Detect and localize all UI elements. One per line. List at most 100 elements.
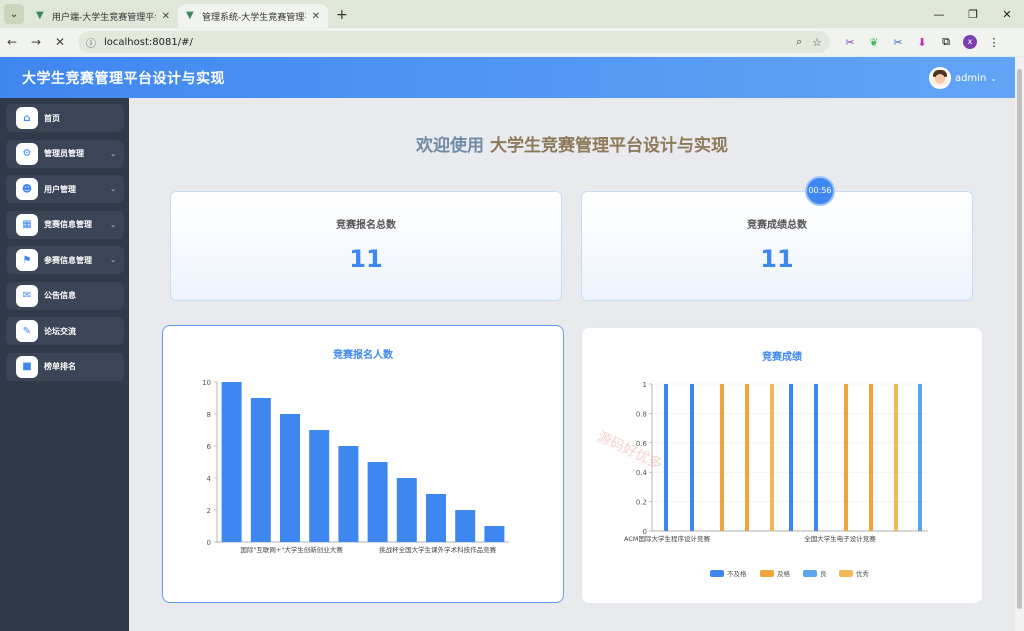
stat-value: 11 — [349, 245, 383, 273]
bar — [455, 510, 476, 542]
more-menu-icon[interactable]: ⋮ — [982, 36, 1006, 49]
chevron-down-icon[interactable]: ⌄ — [110, 256, 116, 264]
scrollbar-thumb[interactable] — [1017, 69, 1022, 609]
close-icon[interactable]: ✕ — [162, 11, 170, 22]
registration-bar-chart: 0 2 4 6 8 10 国际"互联网+"大学生创新创业大赛 挑战杯全国大学生课外学术科技作品… — [202, 379, 509, 554]
sidebar-item-0[interactable]: ⌂ 首页 — [6, 104, 124, 132]
bar — [869, 384, 873, 531]
extension-download-icon[interactable]: ⬇ — [910, 36, 934, 49]
site-info-icon[interactable]: ⓘ — [86, 35, 96, 50]
sidebar-item-label: 竞赛信息管理 — [44, 220, 92, 229]
y-tick-label: 6 — [207, 443, 212, 451]
bar — [280, 414, 300, 542]
y-tick-label: 10 — [202, 379, 211, 387]
bar — [844, 384, 848, 531]
profile-avatar[interactable]: x — [963, 35, 977, 49]
x-tick-label: 挑战杯全国大学生课外学术科技作品竞赛 — [379, 545, 497, 554]
welcome-title: 大学生竞赛管理平台设计与实现 — [489, 136, 728, 156]
extension-scissors-icon[interactable]: ✂ — [838, 36, 862, 49]
legend-swatch — [710, 570, 724, 577]
tab-title: 用户端-大学生竞赛管理平台设计 — [52, 12, 156, 23]
grid-icon: ▦ — [16, 213, 38, 236]
browser-toolbar: ← → ✕ ⓘ localhost:8081/#/ ⌕ ☆ ✂ ❦ ✂ ⬇ ⧉ … — [0, 28, 1024, 56]
sidebar-item-6[interactable]: ✎ 论坛交流 — [6, 317, 124, 345]
welcome-heading: 欢迎使用 大学生竞赛管理平台设计与实现 — [129, 131, 1015, 156]
x-tick-label: 全国大学生电子设计竞赛 — [804, 534, 876, 543]
y-tick-label: 1 — [643, 381, 647, 389]
address-bar[interactable]: ⓘ localhost:8081/#/ ⌕ ☆ — [78, 31, 830, 53]
sidebar-item-4[interactable]: ⚑ 参赛信息管理 ⌄ — [6, 246, 124, 274]
sidebar-item-label: 论坛交流 — [44, 326, 76, 336]
chevron-down-icon[interactable]: ⌄ — [110, 185, 116, 193]
avatar[interactable] — [928, 67, 951, 89]
close-window-icon[interactable]: ✕ — [990, 8, 1024, 21]
admin-icon: ⚙ — [16, 142, 38, 165]
browser-tab-user[interactable]: ▼ 用户端-大学生竞赛管理平台设计 ✕ — [28, 4, 178, 28]
home-icon: ⌂ — [16, 107, 38, 129]
bar — [484, 526, 505, 542]
score-chart-card: 竞赛成绩 0 0.2 0.4 0.6 0.8 1 ACM国际大学生程序设计竞赛 全国大学生电子… — [581, 327, 983, 604]
y-tick-label: 0.6 — [636, 440, 648, 448]
y-tick-label: 0.4 — [636, 469, 648, 477]
bookmark-star-icon[interactable]: ☆ — [812, 36, 822, 49]
chevron-down-icon[interactable]: ⌄ — [990, 74, 997, 83]
bar — [770, 384, 774, 531]
bar — [309, 430, 330, 542]
sidebar-item-7[interactable]: ■ 榜单排名 — [6, 352, 124, 381]
sidebar-item-3[interactable]: ▦ 竞赛信息管理 ⌄ — [6, 210, 124, 239]
bar — [221, 382, 242, 542]
participant-icon: ⚑ — [16, 249, 38, 271]
back-icon[interactable]: ← — [0, 35, 24, 49]
legend-swatch — [760, 570, 774, 577]
sidebar-item-1[interactable]: ⚙ 管理员管理 ⌄ — [6, 139, 124, 168]
tab-title: 管理系统-大学生竞赛管理平台设 — [202, 12, 306, 23]
user-menu[interactable]: admin ⌄ — [928, 67, 997, 89]
sidebar-item-label: 公告信息 — [44, 291, 76, 300]
stop-icon[interactable]: ✕ — [48, 35, 72, 49]
stat-value: 11 — [760, 245, 794, 273]
forward-icon[interactable]: → — [24, 35, 48, 49]
close-icon[interactable]: ✕ — [312, 11, 320, 22]
sidebar: ⌂ 首页 ⚙ 管理员管理 ⌄ ☻ 用户管理 ⌄ ▦ 竞赛信息管理 ⌄ ⚑ 参赛信息管理 ⌄ ✉ 公告信息 ✎ 论坛… — [0, 98, 129, 631]
bar — [720, 384, 724, 531]
restore-icon[interactable]: ❐ — [956, 8, 990, 21]
app-header: 大学生竞赛管理平台设计与实现 admin ⌄ — [0, 57, 1015, 98]
extension-cut-icon[interactable]: ✂ — [886, 36, 910, 49]
y-tick-label: 0 — [207, 539, 211, 547]
page-scrollbar[interactable] — [1015, 57, 1024, 631]
bar — [789, 384, 793, 531]
bar — [814, 384, 818, 531]
sidebar-item-label: 参赛信息管理 — [44, 255, 92, 265]
bar — [396, 478, 417, 542]
extension-leaf-icon[interactable]: ❦ — [862, 36, 886, 49]
tab-search-button[interactable]: ⌄ — [4, 4, 24, 24]
chevron-down-icon[interactable]: ⌄ — [110, 150, 116, 158]
bar — [894, 384, 898, 531]
minimize-icon[interactable]: — — [922, 8, 956, 21]
y-tick-label: 2 — [207, 507, 211, 515]
url-text[interactable]: localhost:8081/#/ — [104, 37, 786, 48]
y-tick-label: 0.2 — [636, 499, 647, 507]
stat-label: 竞赛报名总数 — [336, 220, 396, 231]
app-title: 大学生竞赛管理平台设计与实现 — [22, 70, 225, 87]
username[interactable]: admin — [955, 73, 986, 84]
extensions-puzzle-icon[interactable]: ⧉ — [934, 35, 958, 49]
bar — [367, 462, 388, 542]
bar — [426, 494, 446, 542]
chevron-down-icon[interactable]: ⌄ — [110, 221, 116, 229]
user-icon: ☻ — [16, 178, 38, 200]
legend-label: 及格 — [777, 569, 791, 578]
sidebar-item-label: 首页 — [44, 113, 60, 123]
y-tick-label: 0.8 — [636, 410, 647, 418]
sidebar-item-2[interactable]: ☻ 用户管理 ⌄ — [6, 175, 124, 203]
sidebar-item-label: 管理员管理 — [44, 149, 84, 158]
sidebar-item-label: 榜单排名 — [44, 362, 76, 371]
legend-label: 良 — [820, 569, 827, 578]
legend-label: 不及格 — [727, 569, 747, 578]
vue-icon: ▼ — [186, 10, 194, 21]
y-tick-label: 4 — [207, 475, 212, 483]
sidebar-item-5[interactable]: ✉ 公告信息 — [6, 281, 124, 310]
browser-tab-admin[interactable]: ▼ 管理系统-大学生竞赛管理平台设 ✕ — [178, 4, 328, 28]
zoom-icon[interactable]: ⌕ — [796, 35, 802, 49]
new-tab-button[interactable]: + — [336, 7, 348, 23]
